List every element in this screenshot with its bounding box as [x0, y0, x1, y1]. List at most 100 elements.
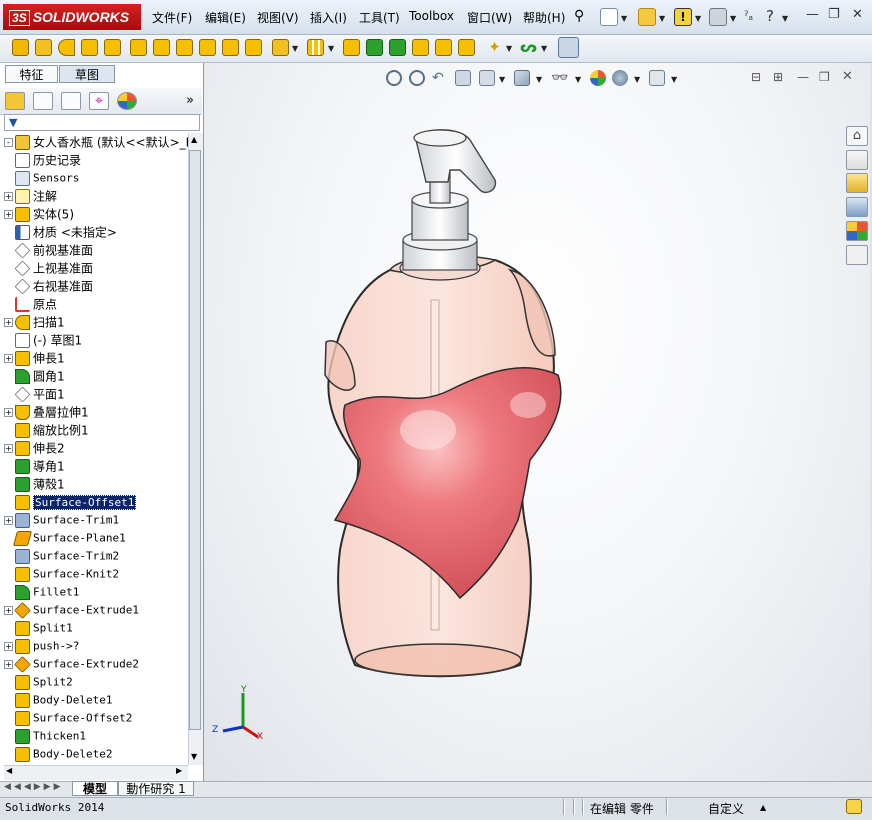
view-orientation-icon[interactable] [479, 70, 495, 86]
zoom-to-fit-icon[interactable] [386, 70, 402, 86]
apply-scene-icon[interactable] [612, 70, 628, 86]
expand-icon[interactable]: + [4, 606, 13, 615]
extrude-cut-icon[interactable] [130, 39, 147, 56]
doc-minimize-icon[interactable]: — [797, 70, 809, 84]
expand-icon[interactable]: + [4, 354, 13, 363]
chevron-down-icon[interactable]: ▼ [695, 14, 701, 23]
chevron-down-icon[interactable]: ▼ [292, 44, 298, 53]
tab-motion-study[interactable]: 動作研究 1 [118, 781, 194, 796]
expand-icon[interactable]: + [4, 318, 13, 327]
dimxpert-icon[interactable]: ⌖ [89, 92, 109, 110]
tree-item[interactable]: Surface-Offset1 [4, 493, 189, 511]
property-manager-icon[interactable] [33, 92, 53, 110]
swept-cut-icon[interactable] [199, 39, 216, 56]
tile-horizontal-icon[interactable]: ⊟ [751, 70, 761, 84]
display-style-icon[interactable] [514, 70, 530, 86]
menu-help[interactable]: 帮助(H) [523, 9, 565, 26]
scroll-down-icon[interactable]: ▼ [191, 752, 197, 761]
tree-item[interactable]: Body-Delete2 [4, 745, 189, 763]
edit-appearance-icon[interactable] [590, 70, 606, 86]
chevron-down-icon[interactable]: ▼ [536, 75, 542, 84]
tree-item[interactable]: + 叠層拉伸1 [4, 403, 189, 421]
solidworks-resources-icon[interactable]: ⌂ [846, 126, 868, 146]
rebuild-status-icon[interactable] [846, 799, 862, 814]
print-icon[interactable] [709, 8, 727, 26]
scroll-left-icon[interactable]: ◀ [6, 766, 12, 775]
rib-icon[interactable] [343, 39, 360, 56]
collapse-icon[interactable]: - [4, 138, 13, 147]
chevron-down-icon[interactable]: ▼ [782, 14, 788, 23]
shell-icon[interactable] [389, 39, 406, 56]
loft-boss-icon[interactable] [81, 39, 98, 56]
tree-scroll-thumb[interactable] [189, 150, 201, 730]
close-icon[interactable]: ✕ [852, 7, 863, 22]
previous-view-icon[interactable]: ↶ [432, 70, 448, 86]
view-palette-icon[interactable] [846, 197, 868, 217]
tree-item[interactable]: 縮放比例1 [4, 421, 189, 439]
reference-geometry-icon[interactable]: ✦ [486, 39, 503, 56]
boundary-cut-icon[interactable] [245, 39, 262, 56]
tree-item[interactable]: + Surface-Trim1 [4, 511, 189, 529]
chevron-down-icon[interactable]: ▼ [506, 44, 512, 53]
section-view-icon[interactable] [455, 70, 471, 86]
tab-features[interactable]: 特征 [5, 65, 58, 83]
chevron-down-icon[interactable]: ▼ [621, 14, 627, 23]
expand-icon[interactable]: + [4, 660, 13, 669]
tree-item[interactable]: 右视基准面 [4, 277, 189, 295]
view-settings-icon[interactable] [649, 70, 665, 86]
configuration-manager-icon[interactable] [61, 92, 81, 110]
draft-icon[interactable] [366, 39, 383, 56]
solidworks-logo[interactable]: 3S SOLIDWORKS [3, 4, 141, 30]
expand-icon[interactable]: + [4, 444, 13, 453]
expand-panel-icon[interactable]: » [186, 93, 194, 108]
rebuild-warning-icon[interactable]: ! [674, 8, 692, 26]
lofted-cut-icon[interactable] [222, 39, 239, 56]
tree-item[interactable]: 历史记录 [4, 151, 189, 169]
tree-item[interactable]: 上视基准面 [4, 259, 189, 277]
chevron-down-icon[interactable]: ▼ [499, 75, 505, 84]
tree-item[interactable]: + Surface-Extrude2 [4, 655, 189, 673]
tree-item[interactable]: 材质 <未指定> [4, 223, 189, 241]
tree-item[interactable]: + Surface-Extrude1 [4, 601, 189, 619]
menu-window[interactable]: 窗口(W) [467, 9, 512, 26]
tree-item[interactable]: Body-Delete1 [4, 691, 189, 709]
unit-system-selector[interactable]: 自定义 [708, 800, 744, 817]
expand-icon[interactable]: + [4, 192, 13, 201]
tree-item[interactable]: + 注解 [4, 187, 189, 205]
tab-sketch[interactable]: 草图 [59, 65, 115, 83]
revolve-boss-icon[interactable] [35, 39, 52, 56]
menu-view[interactable]: 视图(V) [257, 9, 299, 26]
tree-item[interactable]: 原点 [4, 295, 189, 313]
chevron-down-icon[interactable]: ▼ [575, 75, 581, 84]
feature-manager-icon[interactable] [5, 92, 25, 110]
tile-vertical-icon[interactable]: ⊞ [773, 70, 783, 84]
tree-item[interactable]: Surface-Trim2 [4, 547, 189, 565]
revolve-cut-icon[interactable] [176, 39, 193, 56]
tree-item[interactable]: 平面1 [4, 385, 189, 403]
tree-item[interactable]: + 伸長2 [4, 439, 189, 457]
menu-toolbox[interactable]: Toolbox [409, 9, 454, 23]
display-manager-icon[interactable] [117, 92, 137, 110]
file-explorer-icon[interactable] [846, 173, 868, 193]
intersect-icon[interactable] [435, 39, 452, 56]
perfume-bottle-model[interactable] [300, 120, 600, 700]
wrap-icon[interactable] [412, 39, 429, 56]
chevron-up-icon[interactable]: ▲ [760, 803, 766, 812]
scroll-up-icon[interactable]: ▲ [191, 135, 197, 144]
tree-item[interactable]: 前视基准面 [4, 241, 189, 259]
chevron-down-icon[interactable]: ▼ [634, 75, 640, 84]
curves-icon[interactable]: ᔕ [520, 39, 537, 56]
fillet-icon[interactable] [272, 39, 289, 56]
tab-nav-icons[interactable]: ◀◀◀▶▶▶ [4, 782, 64, 792]
custom-properties-icon[interactable] [846, 245, 868, 265]
expand-icon[interactable]: + [4, 642, 13, 651]
expand-icon[interactable]: + [4, 408, 13, 417]
tree-horizontal-scrollbar[interactable] [4, 765, 188, 780]
tab-model[interactable]: 模型 [72, 781, 118, 796]
restore-icon[interactable]: ❐ [828, 7, 840, 22]
appearances-scenes-icon[interactable] [846, 221, 868, 241]
expand-icon[interactable]: + [4, 210, 13, 219]
tree-item[interactable]: + 伸長1 [4, 349, 189, 367]
scroll-right-icon[interactable]: ▶ [176, 766, 182, 775]
tree-item[interactable]: 導角1 [4, 457, 189, 475]
